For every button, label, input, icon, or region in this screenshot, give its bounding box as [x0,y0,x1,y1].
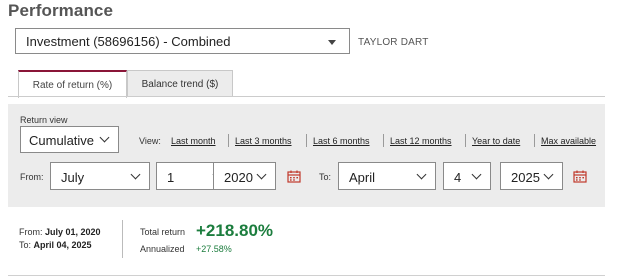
calendar-icon[interactable] [573,170,587,183]
tab-balance-trend-label: Balance trend ($) [141,79,219,90]
summary-from-prefix: From: [19,227,43,237]
summary-from: From: July 01, 2020 [19,226,101,239]
to-label: To: [319,172,332,182]
to-month-select[interactable]: April [338,162,436,190]
chevron-down-icon [99,132,110,143]
annualized-value: +27.58% [196,244,232,254]
tab-rate-of-return-label: Rate of return (%) [32,80,113,91]
return-view-value: Cumulative [29,133,95,148]
tab-balance-trend[interactable]: Balance trend ($) [127,70,233,97]
chevron-down-icon [471,169,482,180]
return-view-label: Return view [20,115,68,125]
caret-down-icon [328,40,336,45]
chevron-down-icon [416,169,427,180]
view-link-separator [534,134,535,147]
summary-to-prefix: To: [19,240,32,250]
summary-to-date: April 04, 2025 [33,240,92,250]
tabs-divider [8,96,605,97]
view-link-max-available[interactable]: Max available [541,136,596,146]
view-link-separator [306,134,307,147]
view-link-separator [228,134,229,147]
page-title: Performance [8,1,114,20]
bottom-divider [8,275,605,276]
chevron-down-icon [130,169,141,180]
view-link-separator [383,134,384,147]
chevron-down-icon [543,169,554,180]
to-day-value: 4 [454,170,462,185]
return-view-select[interactable]: Cumulative [20,126,119,153]
from-month-select[interactable]: July [50,162,150,190]
view-link-separator [465,134,466,147]
to-month-value: April [349,170,376,185]
calendar-icon[interactable] [287,170,301,183]
view-link-last-6-months[interactable]: Last 6 months [313,136,370,146]
summary-date-range: From: July 01, 2020 To: April 04, 2025 [19,226,101,252]
to-day-select[interactable]: 4 [443,162,491,190]
from-year-value: 2020 [224,170,253,185]
annualized-label: Annualized [140,244,185,254]
view-link-last-3-months[interactable]: Last 3 months [235,136,292,146]
from-year-select[interactable]: 2020 [213,162,276,190]
total-return-value: +218.80% [196,221,274,240]
summary-to: To: April 04, 2025 [19,239,101,252]
account-select[interactable]: Investment (58696156) - Combined [15,28,350,54]
filter-panel: Return view Cumulative View: Last month … [8,104,605,207]
total-return-label: Total return [140,227,186,237]
to-year-value: 2025 [511,170,540,185]
account-owner-name: TAYLOR DART [358,37,429,48]
view-label: View: [139,136,161,146]
from-month-value: July [61,170,85,185]
summary-divider [122,220,123,258]
to-year-select[interactable]: 2025 [500,162,563,190]
view-link-year-to-date[interactable]: Year to date [472,136,520,146]
account-select-value: Investment (58696156) - Combined [26,34,231,49]
from-day-value: 1 [167,170,175,185]
from-label: From: [20,172,44,182]
tab-rate-of-return[interactable]: Rate of return (%) [18,70,127,98]
view-link-last-12-months[interactable]: Last 12 months [390,136,452,146]
summary-from-date: July 01, 2020 [45,227,101,237]
chevron-down-icon [256,169,267,180]
view-link-last-month[interactable]: Last month [171,136,216,146]
